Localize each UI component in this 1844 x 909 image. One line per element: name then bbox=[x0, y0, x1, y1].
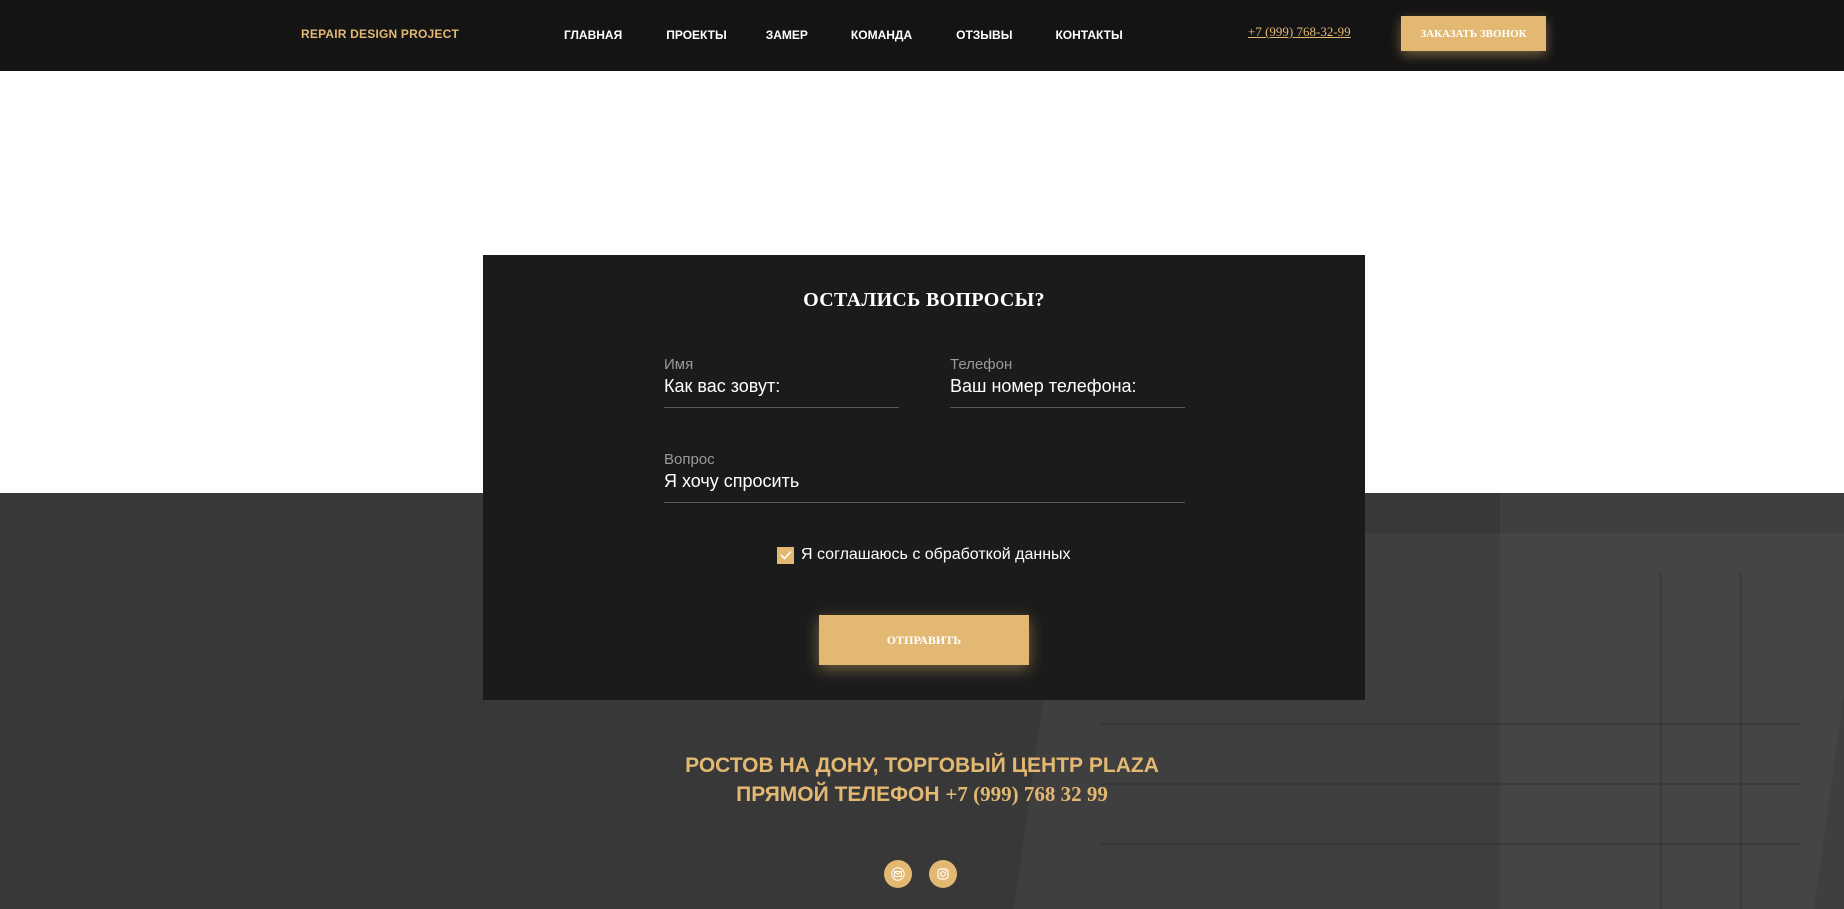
form-title: ОСТАЛИСЬ ВОПРОСЫ? bbox=[803, 289, 1045, 311]
address-text: РОСТОВ НА ДОНУ, ТОРГОВЫЙ ЦЕНТР PLAZA bbox=[685, 754, 1159, 777]
consent-checkbox[interactable] bbox=[777, 546, 794, 564]
logo[interactable]: REPAIR DESIGN PROJECT bbox=[301, 27, 459, 41]
nav-item-projects[interactable]: ПРОЕКТЫ bbox=[666, 28, 727, 42]
phone-label: Телефон bbox=[950, 356, 1013, 373]
nav-item-team[interactable]: КОМАНДА bbox=[851, 28, 912, 42]
question-form: ОСТАЛИСЬ ВОПРОСЫ? Имя Телефон Вопрос Я с… bbox=[483, 255, 1365, 700]
footer-address: РОСТОВ НА ДОНУ, ТОРГОВЫЙ ЦЕНТР PLAZA ПРЯ… bbox=[0, 752, 1844, 809]
page: REPAIR DESIGN PROJECT ГЛАВНАЯ ПРОЕКТЫ ЗА… bbox=[0, 0, 1844, 909]
name-field: Имя bbox=[664, 356, 899, 408]
consent-control[interactable]: Я соглашаюсь с обработкой данных bbox=[777, 546, 1071, 564]
direct-phone-label: ПРЯМОЙ ТЕЛЕФОН bbox=[736, 783, 940, 806]
name-input[interactable] bbox=[664, 376, 899, 397]
nav-item-contacts[interactable]: КОНТАКТЫ bbox=[1055, 28, 1122, 42]
question-input[interactable] bbox=[664, 471, 1185, 492]
header-phone-link[interactable]: +7 (999) 768-32-99 bbox=[1248, 24, 1351, 40]
instagram-icon bbox=[937, 868, 949, 880]
background-building-line bbox=[1100, 843, 1800, 845]
direct-phone-number: +7 (999) 768 32 99 bbox=[945, 782, 1108, 806]
nav-item-home[interactable]: ГЛАВНАЯ bbox=[564, 28, 622, 42]
nav-item-reviews[interactable]: ОТЗЫВЫ bbox=[956, 28, 1012, 42]
question-field: Вопрос bbox=[664, 451, 1185, 503]
instagram-icon-link[interactable] bbox=[929, 860, 957, 888]
main-nav: ГЛАВНАЯ ПРОЕКТЫ ЗАМЕР КОМАНДА ОТЗЫВЫ КОН… bbox=[564, 28, 1123, 42]
consent-label: Я соглашаюсь с обработкой данных bbox=[801, 546, 1071, 563]
social-links bbox=[884, 860, 957, 888]
mail-icon-link[interactable] bbox=[884, 860, 912, 888]
name-label: Имя bbox=[664, 356, 694, 373]
nav-item-measure[interactable]: ЗАМЕР bbox=[766, 28, 808, 42]
site-header: REPAIR DESIGN PROJECT ГЛАВНАЯ ПРОЕКТЫ ЗА… bbox=[0, 0, 1844, 71]
order-call-button[interactable]: ЗАКАЗАТЬ ЗВОНОК bbox=[1401, 16, 1546, 51]
background-building-line bbox=[1660, 573, 1662, 909]
background-building-shade bbox=[1500, 493, 1844, 909]
checkmark-icon bbox=[779, 550, 792, 560]
background-building-line bbox=[1100, 723, 1800, 725]
submit-button[interactable]: ОТПРАВИТЬ bbox=[819, 615, 1029, 665]
phone-field: Телефон bbox=[950, 356, 1185, 408]
direct-phone-line: ПРЯМОЙ ТЕЛЕФОН +7 (999) 768 32 99 bbox=[0, 780, 1844, 809]
mail-icon bbox=[891, 867, 905, 881]
background-building-line bbox=[1740, 573, 1742, 909]
question-label: Вопрос bbox=[664, 451, 715, 468]
phone-input[interactable] bbox=[950, 376, 1185, 397]
